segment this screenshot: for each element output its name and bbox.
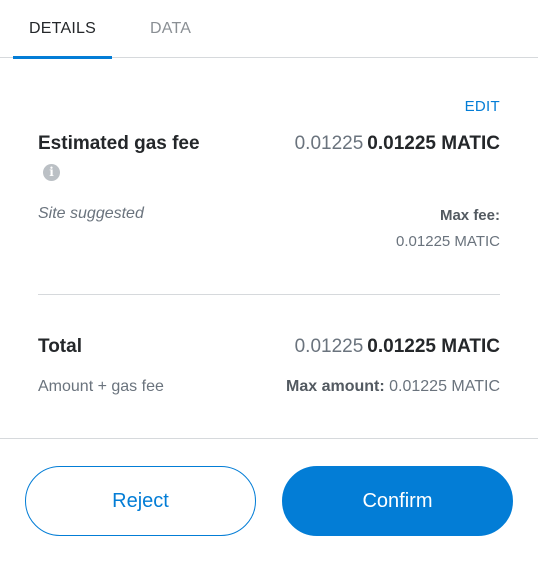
gas-fee-row: Estimated gas fee i 0.01225 0.01225 MATIC [38, 133, 500, 183]
max-fee-group: Max fee: 0.01225 MATIC [396, 205, 500, 253]
gas-fee-label-group: Estimated gas fee i [38, 133, 200, 181]
edit-gas-link[interactable]: EDIT [465, 98, 500, 115]
gas-fee-amount: 0.01225 0.01225 MATIC [295, 133, 500, 155]
gas-fee-primary-amount: 0.01225 MATIC [367, 133, 500, 154]
total-amount: 0.01225 0.01225 MATIC [295, 336, 500, 358]
tab-details[interactable]: DETAILS [13, 0, 112, 59]
gas-fee-label: Estimated gas fee [38, 133, 200, 154]
total-label: Total [38, 336, 82, 357]
total-primary-amount: 0.01225 MATIC [367, 336, 500, 357]
tab-data-label: DATA [150, 20, 192, 37]
amount-gas-label: Amount + gas fee [38, 378, 164, 395]
gas-fee-secondary-amount: 0.01225 [294, 133, 364, 154]
tab-bar: DETAILS DATA [0, 0, 538, 59]
tab-data[interactable]: DATA [150, 0, 191, 58]
info-icon[interactable]: i [43, 164, 60, 181]
max-fee-value: 0.01225 MATIC [396, 233, 500, 250]
max-fee-label: Max fee: [439, 207, 500, 224]
site-suggested-row: Site suggested Max fee: 0.01225 MATIC [38, 205, 500, 255]
tab-active-indicator [13, 56, 112, 59]
max-amount-label: Max amount: [286, 378, 385, 395]
confirm-button[interactable]: Confirm [282, 466, 513, 536]
total-secondary-amount: 0.01225 [294, 336, 364, 357]
reject-button[interactable]: Reject [25, 466, 256, 536]
max-amount-value: 0.01225 MATIC [389, 378, 500, 395]
footer-divider [0, 438, 538, 439]
max-amount-group: Max amount: 0.01225 MATIC [286, 378, 500, 396]
section-divider [38, 294, 500, 295]
tab-details-label: DETAILS [29, 20, 96, 37]
amount-gas-row: Amount + gas fee Max amount: 0.01225 MAT… [38, 378, 500, 408]
site-suggested-label: Site suggested [38, 205, 144, 222]
total-row: Total 0.01225 0.01225 MATIC [38, 336, 500, 366]
